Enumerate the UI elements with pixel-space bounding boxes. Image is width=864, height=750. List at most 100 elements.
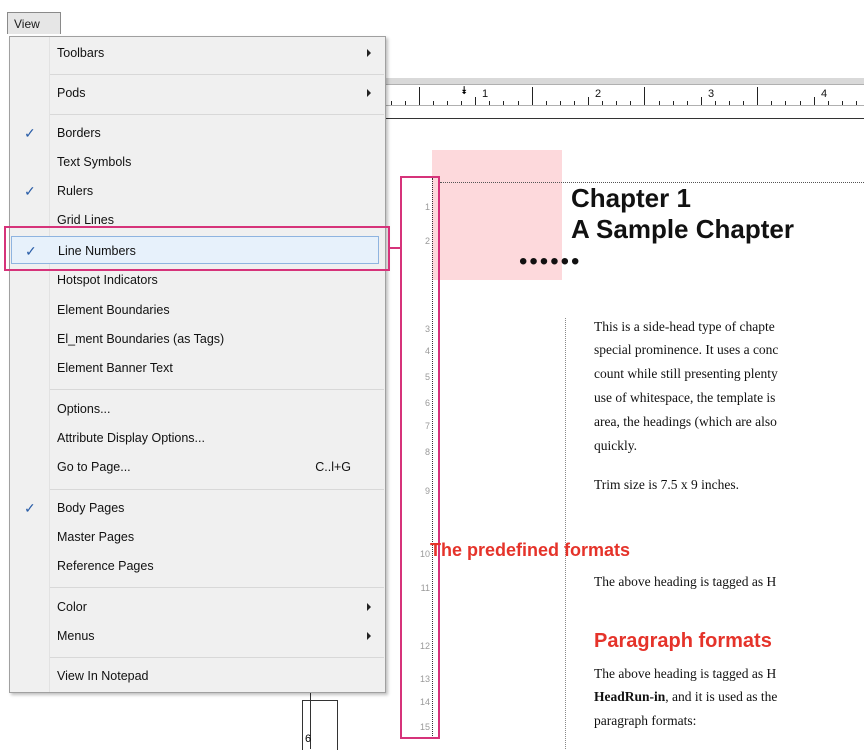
submenu-arrow-icon	[367, 49, 371, 57]
submenu-arrow-icon	[367, 603, 371, 611]
ruler-label: 1	[482, 88, 489, 100]
menu-item-label: Borders	[57, 126, 101, 140]
body-line: special prominence. It uses a conc	[594, 342, 779, 357]
menu-item-element-boundaries-tags[interactable]: El_ment Boundaries (as Tags)	[10, 325, 385, 353]
menu-item-label: Master Pages	[57, 530, 135, 544]
view-menu-dropdown: Toolbars Pods ✓ Borders Text Symbols ✓ Rul…	[9, 36, 386, 693]
ruler-tick	[827, 101, 829, 105]
body-line: HeadRun-in, and it is used as the	[594, 689, 777, 705]
ruler-tick	[855, 101, 857, 105]
highlight-connector	[389, 247, 400, 249]
menu-item-body-pages[interactable]: ✓ Body Pages	[10, 494, 385, 522]
menu-item-color[interactable]: Color	[10, 593, 385, 621]
line-numbers-highlight-box	[400, 176, 440, 739]
menu-item-toolbars[interactable]: Toolbars	[10, 39, 385, 67]
body-line: This is a side-head type of chapte	[594, 319, 775, 334]
menu-item-label: Attribute Display Options...	[57, 431, 205, 445]
menu-item-reference-pages[interactable]: Reference Pages	[10, 552, 385, 580]
ruler-tick	[447, 101, 448, 105]
body-line: area, the headings (which are also	[594, 414, 777, 429]
ruler-tick	[489, 101, 491, 105]
ruler-tick	[616, 101, 618, 105]
body-line: The above heading is tagged as H	[594, 574, 777, 589]
menu-item-label: Element Boundaries	[57, 303, 170, 317]
menu-item-menus[interactable]: Menus	[10, 622, 385, 650]
body-line: The above heading is tagged as H	[594, 666, 777, 681]
menu-item-borders[interactable]: ✓ Borders	[10, 119, 385, 147]
ruler-tick	[644, 87, 646, 105]
submenu-arrow-icon	[367, 89, 371, 97]
ruler-tick	[729, 101, 730, 105]
menu-item-label: Body Pages	[57, 501, 125, 515]
view-menu-button[interactable]: View	[7, 12, 61, 34]
menu-item-label: Rulers	[57, 184, 94, 198]
ruler-tick	[686, 101, 688, 105]
ruler-label: 3	[708, 88, 715, 100]
ruler-tick	[785, 101, 787, 105]
ruler-tick	[503, 101, 505, 105]
ruler-tick	[573, 101, 575, 105]
ruler-tick	[757, 87, 759, 105]
menu-item-attribute-display-options[interactable]: Attribute Display Options...	[10, 424, 385, 452]
line-numbers-menu-highlight-box	[4, 226, 390, 271]
menu-separator	[50, 657, 384, 658]
menu-item-go-to-page[interactable]: Go to Page... C..l+G	[10, 453, 385, 481]
menu-item-rulers[interactable]: ✓ Rulers	[10, 177, 385, 205]
menu-item-view-in-notepad[interactable]: View In Notepad	[10, 662, 385, 690]
ruler-label: 2	[595, 88, 602, 100]
chapter-number: Chapter 1	[571, 183, 691, 213]
ruler-tick	[672, 101, 674, 105]
ruler-tick	[588, 97, 589, 105]
ruler-tick	[841, 101, 843, 105]
ruler-tick	[404, 101, 406, 105]
ruler-tick	[432, 101, 434, 105]
menu-item-label: Go to Page...	[57, 460, 131, 474]
ruler-tick	[743, 101, 745, 105]
chapter-title: A Sample Chapter	[571, 214, 794, 244]
chapter-heading: Chapter 1 A Sample Chapter	[571, 183, 794, 245]
menu-item-label: Text Symbols	[57, 155, 132, 169]
bold-tag: HeadRun-in	[594, 689, 666, 704]
menu-item-label: El_ment Boundaries (as Tags)	[57, 332, 225, 346]
menu-item-pods[interactable]: Pods	[10, 79, 385, 107]
body-line: use of whitespace, the template is	[594, 390, 776, 405]
ruler-tick	[799, 101, 801, 105]
menu-separator	[50, 587, 384, 588]
menu-item-element-banner-text[interactable]: Element Banner Text	[10, 354, 385, 382]
check-icon: ✓	[24, 183, 36, 199]
menu-item-text-symbols[interactable]: Text Symbols	[10, 148, 385, 176]
ruler-tick	[461, 101, 463, 105]
ruler-label: 4	[821, 88, 828, 100]
section-heading: Paragraph formats	[594, 630, 772, 652]
body-column-border	[565, 318, 566, 749]
ruler-tick	[700, 97, 702, 105]
tab-marker-icon[interactable]: ⯯	[461, 85, 468, 98]
ruler-tick	[630, 101, 632, 105]
menu-item-label: Options...	[57, 402, 111, 416]
menu-separator	[50, 114, 384, 115]
menu-item-label: Menus	[57, 629, 95, 643]
body-line: quickly.	[594, 438, 637, 453]
ruler-tick	[418, 87, 420, 105]
submenu-arrow-icon	[367, 632, 371, 640]
ruler-tick	[545, 101, 547, 105]
body-line: Trim size is 7.5 x 9 inches.	[594, 477, 739, 492]
body-line: paragraph formats:	[594, 713, 697, 728]
ruler-tick	[531, 87, 533, 105]
ruler-tick	[559, 101, 561, 105]
menu-separator	[50, 489, 384, 490]
ruler-tick	[658, 101, 660, 105]
menu-item-label: Pods	[57, 86, 86, 100]
check-icon: ✓	[24, 125, 36, 141]
menu-item-element-boundaries[interactable]: Element Boundaries	[10, 296, 385, 324]
menu-item-master-pages[interactable]: Master Pages	[10, 523, 385, 551]
menu-separator	[50, 74, 384, 75]
ruler-tick	[390, 101, 392, 105]
menu-item-label: Toolbars	[57, 46, 105, 60]
ruler-tick	[475, 97, 477, 105]
menu-item-options[interactable]: Options...	[10, 395, 385, 423]
menu-item-shortcut: C..l+G	[315, 460, 351, 474]
menu-bar: View	[0, 0, 864, 36]
menu-item-label: View In Notepad	[57, 669, 149, 683]
vertical-ruler-label: 6	[305, 733, 312, 745]
